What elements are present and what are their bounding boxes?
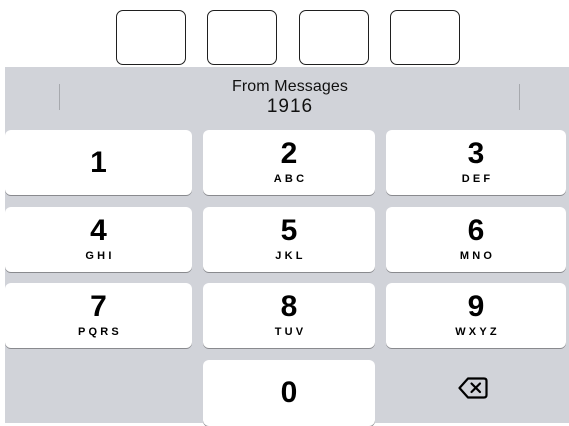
key-digit: 5 [280, 214, 298, 247]
autofill-suggestion-bar: From Messages 1916 [5, 67, 569, 124]
key-digit: 9 [467, 290, 485, 323]
code-digit-field-1[interactable] [116, 10, 186, 65]
key-2[interactable]: 2 ABC [203, 130, 375, 195]
key-digit: 1 [90, 146, 107, 179]
key-digit: 3 [467, 137, 485, 170]
suggestion-source-label: From Messages [232, 78, 348, 95]
key-letters: GHI [85, 250, 115, 262]
delete-key[interactable] [386, 360, 566, 423]
suggestion-divider-right [519, 84, 520, 110]
key-letters: PQRS [78, 326, 122, 338]
key-digit: 6 [467, 214, 485, 247]
key-6[interactable]: 6 MNO [386, 207, 566, 272]
key-7[interactable]: 7 PQRS [5, 283, 192, 348]
key-digit: 8 [280, 290, 298, 323]
code-digit-field-3[interactable] [299, 10, 369, 65]
suggestion-divider-left [59, 84, 60, 110]
numeric-keyboard: From Messages 1916 1 2 ABC 3 DEF 4 GHI 5… [5, 67, 569, 426]
key-letters: WXYZ [455, 326, 500, 338]
code-digit-field-2[interactable] [207, 10, 277, 65]
key-0[interactable]: 0 [203, 360, 375, 426]
key-digit: 4 [90, 214, 107, 247]
key-9[interactable]: 9 WXYZ [386, 283, 566, 348]
key-4[interactable]: 4 GHI [5, 207, 192, 272]
key-3[interactable]: 3 DEF [386, 130, 566, 195]
key-letters: MNO [459, 250, 496, 262]
key-digit: 0 [280, 376, 298, 409]
autofill-code-suggestion[interactable]: From Messages 1916 [165, 77, 415, 118]
key-5[interactable]: 5 JKL [203, 207, 375, 272]
suggestion-code-value: 1916 [266, 96, 314, 117]
key-letters: ABC [273, 173, 308, 185]
verification-code-row [0, 0, 569, 67]
key-letters: DEF [461, 173, 494, 185]
key-letters: TUV [274, 326, 307, 338]
key-digit: 7 [90, 290, 107, 323]
key-letters: JKL [275, 250, 306, 262]
key-8[interactable]: 8 TUV [203, 283, 375, 348]
key-1[interactable]: 1 [5, 130, 192, 195]
key-digit: 2 [280, 137, 298, 170]
code-digit-field-4[interactable] [390, 10, 460, 65]
